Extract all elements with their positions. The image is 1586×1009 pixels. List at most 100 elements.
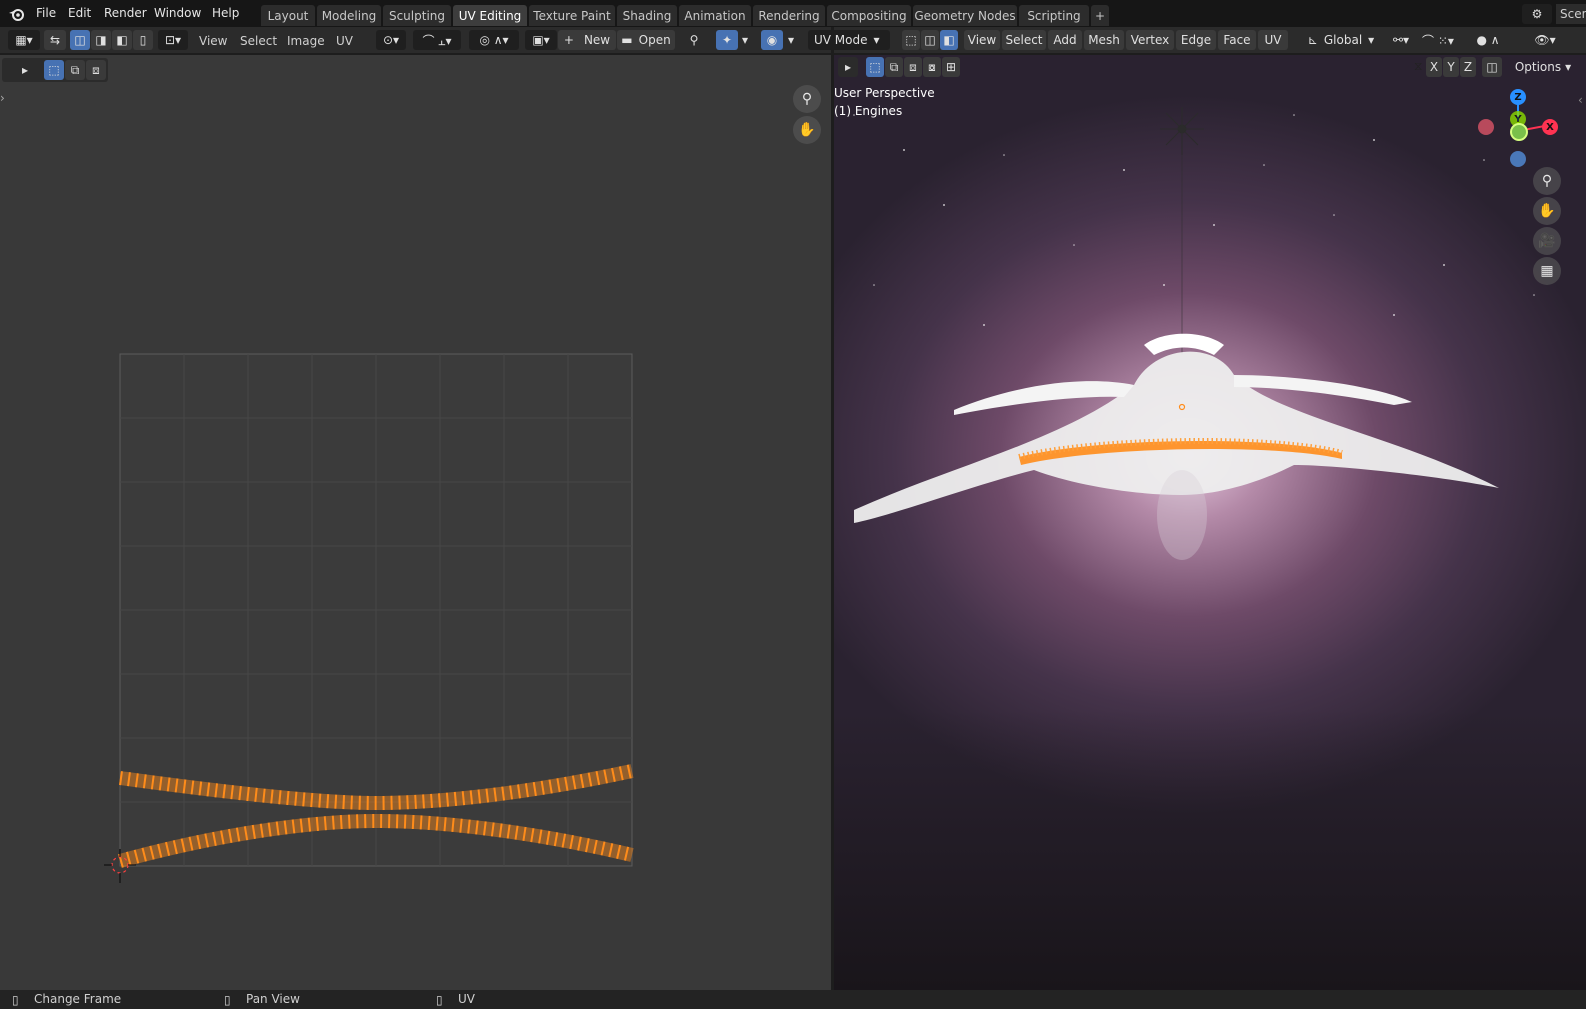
tab-scripting[interactable]: Scripting <box>1019 5 1089 26</box>
uv-menu-image[interactable]: Image <box>287 34 325 48</box>
interaction-mode-select[interactable]: UV Mode ▾ <box>808 30 890 50</box>
vp-menu-select[interactable]: Select <box>1002 30 1046 50</box>
chevron-down-icon[interactable]: ▾ <box>738 30 752 50</box>
tab-compositing[interactable]: Compositing <box>827 5 911 26</box>
viewport-info: User Perspective (1) Engines <box>834 86 935 118</box>
pivot-icon[interactable]: ⚯▾ <box>1388 30 1414 50</box>
viewport-header: UV Mode ▾ ⬚ ◫ ◧ View Select Add Mesh Ver… <box>808 27 1586 53</box>
vp-menu-vertex[interactable]: Vertex <box>1126 30 1174 50</box>
gizmo-center[interactable] <box>1510 123 1528 141</box>
ortho-grid-icon[interactable]: ▦ <box>1533 257 1561 285</box>
overlay-dropdown-icon[interactable]: ▾ <box>784 30 798 50</box>
vp-menu-uv[interactable]: UV <box>1258 30 1288 50</box>
perspective-label: User Perspective <box>834 86 935 100</box>
select-invert-icon[interactable]: ⧇ <box>923 57 941 77</box>
open-image-label: Open <box>638 33 671 47</box>
gizmo-z-axis[interactable]: Z <box>1510 89 1526 105</box>
tab-layout[interactable]: Layout <box>261 5 315 26</box>
select-mode-face-icon[interactable]: ◧ <box>112 30 132 50</box>
tab-modeling[interactable]: Modeling <box>317 5 381 26</box>
menu-window[interactable]: Window <box>154 6 201 20</box>
active-object-label: (1) Engines <box>834 104 903 118</box>
folder-icon: ▬ <box>621 33 633 47</box>
sticky-select-icon[interactable]: ⊡▾ <box>158 30 188 50</box>
gizmo-x-axis[interactable]: X <box>1542 119 1558 135</box>
uv-select-tool-icon[interactable]: ✦ <box>716 30 738 50</box>
open-image-button[interactable]: ▬ Open <box>617 30 675 50</box>
scene-selector-icon[interactable]: ⚙ <box>1522 4 1552 24</box>
snap-icon[interactable]: ⌒ ⫠▾ <box>413 30 461 50</box>
tab-animation[interactable]: Animation <box>679 5 751 26</box>
menu-file[interactable]: File <box>36 6 56 20</box>
menu-edit[interactable]: Edit <box>68 6 91 20</box>
select-new-icon[interactable]: ⬚ <box>866 57 884 77</box>
select-mode-vertex-icon[interactable]: ◫ <box>70 30 90 50</box>
viewport-right-tools: ⧖ X Y Z ◫ Options ▾ <box>1414 57 1586 79</box>
tab-geometry-nodes[interactable]: Geometry Nodes <box>913 5 1017 26</box>
menu-render[interactable]: Render <box>104 6 147 20</box>
add-workspace-button[interactable]: + <box>1091 5 1109 26</box>
tab-sculpting[interactable]: Sculpting <box>383 5 451 26</box>
transform-orientation-select[interactable]: ⊾ Global ▾ <box>1300 30 1382 50</box>
select-mode-edge-icon[interactable]: ◨ <box>91 30 111 50</box>
tab-texture-paint[interactable]: Texture Paint <box>529 5 615 26</box>
menu-help[interactable]: Help <box>212 6 239 20</box>
pin-icon[interactable]: ⚲ <box>683 30 705 50</box>
auto-merge-icon[interactable]: ◫ <box>1482 57 1502 77</box>
proportional-edit-icon[interactable]: ◎ ∧▾ <box>469 30 519 50</box>
scene-label: Scen <box>1560 7 1586 21</box>
scene-selector[interactable]: Scen <box>1556 4 1586 24</box>
pivot-point-icon[interactable]: ⊙▾ <box>376 30 406 50</box>
select-subtract-icon[interactable]: ⧈ <box>904 57 922 77</box>
proportional-editing-icon[interactable]: ● ∧ <box>1468 30 1508 50</box>
select-intersect-icon[interactable]: ⊞ <box>942 57 960 77</box>
mouse-right-icon: ▯ <box>436 993 443 1007</box>
top-bar: File Edit Render Window Help Layout Mode… <box>0 0 1586 28</box>
interaction-mode-label: UV Mode <box>814 33 868 47</box>
select-tool-icon[interactable]: ▸ <box>838 57 858 77</box>
viewport-zoom-icon[interactable]: ⚲ <box>1533 167 1561 195</box>
mirror-y-toggle[interactable]: Y <box>1443 57 1459 77</box>
vertex-select-mode-icon[interactable]: ⬚ <box>902 30 920 50</box>
spaceship-mesh <box>854 333 1499 560</box>
uv-menu-select[interactable]: Select <box>240 34 277 48</box>
navigation-gizmo[interactable] <box>1474 85 1584 185</box>
select-extend-icon[interactable]: ⧉ <box>885 57 903 77</box>
vp-menu-mesh[interactable]: Mesh <box>1084 30 1124 50</box>
overlay-icon[interactable]: ◉ <box>761 30 783 50</box>
new-image-button[interactable]: + New <box>558 30 616 50</box>
orientation-icon: ⊾ <box>1307 33 1318 47</box>
tab-uv-editing[interactable]: UV Editing <box>453 5 527 26</box>
status-left-hint: Change Frame <box>34 992 122 1006</box>
viewport-pan-icon[interactable]: ✋ <box>1533 197 1561 225</box>
uv-menu-view[interactable]: View <box>199 34 227 48</box>
tab-shading[interactable]: Shading <box>617 5 677 26</box>
editor-type-icon[interactable]: ▦▾ <box>8 30 40 50</box>
3d-viewport[interactable]: ▸ ⬚ ⧉ ⧈ ⧇ ⊞ User Perspective (1) Engines… <box>834 55 1586 990</box>
uv-grid <box>104 353 634 883</box>
snapping-icon[interactable]: ⌒ ⁙▾ <box>1416 30 1460 50</box>
sidebar-expand-icon[interactable]: ‹ <box>1578 93 1583 107</box>
select-mode-island-icon[interactable]: ▯ <box>133 30 153 50</box>
gizmo-neg-z-axis[interactable] <box>1510 151 1526 167</box>
new-image-label: New <box>583 33 611 47</box>
blender-logo-icon[interactable] <box>8 6 26 22</box>
vp-menu-edge[interactable]: Edge <box>1176 30 1216 50</box>
vp-menu-view[interactable]: View <box>964 30 1000 50</box>
visibility-icon[interactable]: 👁▾ <box>1530 30 1560 50</box>
mirror-z-toggle[interactable]: Z <box>1460 57 1476 77</box>
image-browse-icon[interactable]: ▣▾ <box>525 30 557 50</box>
vp-menu-face[interactable]: Face <box>1218 30 1256 50</box>
camera-view-icon[interactable]: 🎥 <box>1533 227 1561 255</box>
uv-menu-uv[interactable]: UV <box>336 34 353 48</box>
vp-menu-add[interactable]: Add <box>1048 30 1082 50</box>
uv-editor-area[interactable]: ▸ ⬚ ⧉ ⧈ › ⚲ ✋ <box>0 55 831 990</box>
edge-select-mode-icon[interactable]: ◫ <box>921 30 939 50</box>
options-dropdown[interactable]: Options ▾ <box>1510 57 1576 77</box>
tab-rendering[interactable]: Rendering <box>753 5 825 26</box>
options-label: Options <box>1514 60 1562 74</box>
gizmo-neg-x-axis[interactable] <box>1478 119 1494 135</box>
sync-selection-icon[interactable]: ⇆ <box>44 30 66 50</box>
mirror-x-toggle[interactable]: X <box>1426 57 1442 77</box>
face-select-mode-icon[interactable]: ◧ <box>940 30 958 50</box>
